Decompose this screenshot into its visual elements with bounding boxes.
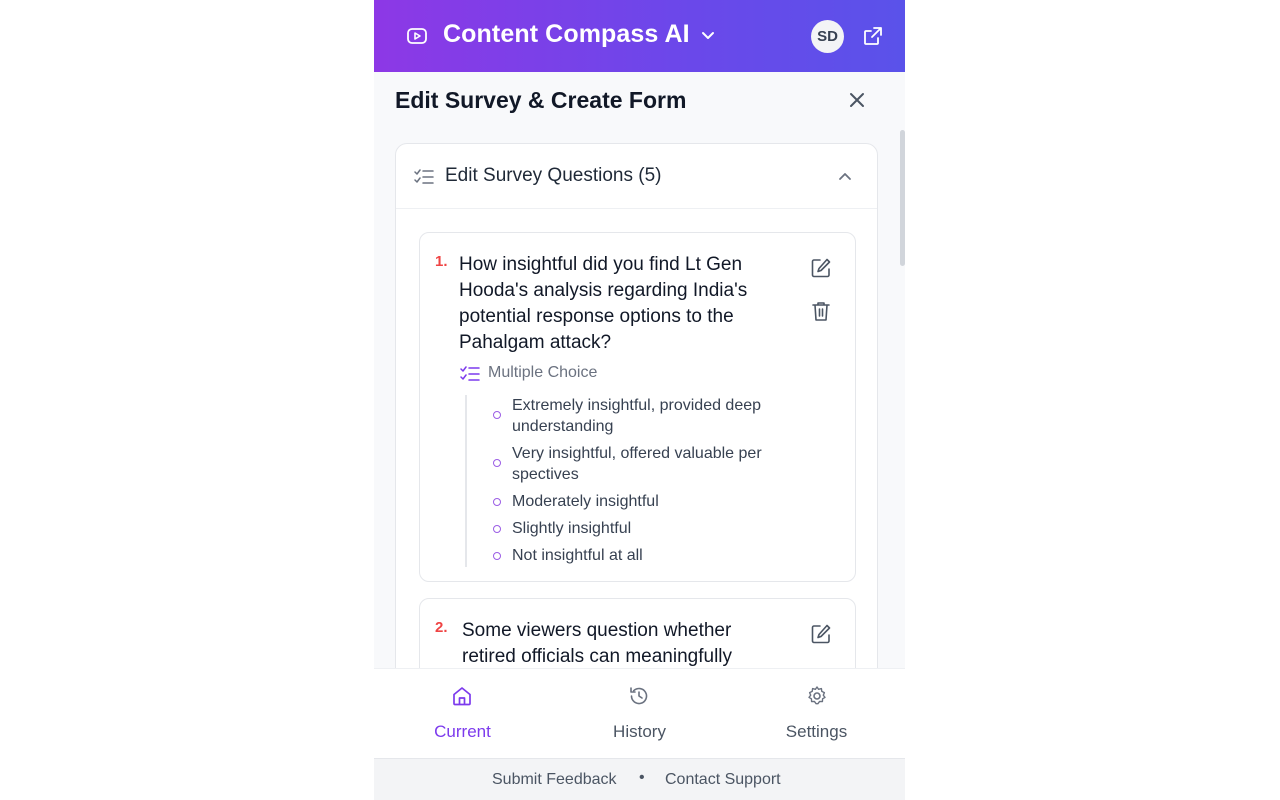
- option-bullet-icon: [493, 459, 501, 467]
- nav-label: Current: [434, 722, 491, 741]
- trash-icon[interactable]: [810, 300, 832, 322]
- list-check-icon: [460, 366, 480, 381]
- option-text: Not insightful at all: [512, 547, 643, 564]
- nav-label: Settings: [785, 722, 848, 741]
- question-text-line: Hooda's analysis regarding India's: [459, 280, 748, 301]
- bottom-nav: Current History Settings: [374, 668, 905, 758]
- question-text-line: Some viewers question whether: [462, 620, 732, 641]
- footer-separator: •: [639, 769, 645, 786]
- chevron-down-icon[interactable]: [700, 29, 716, 43]
- scrollbar[interactable]: [900, 130, 905, 266]
- option-bullet-icon: [493, 498, 501, 506]
- option-text: Very insightful, offered valuable per sp…: [512, 443, 802, 485]
- panel-title: Edit Survey & Create Form: [395, 87, 687, 113]
- edit-icon[interactable]: [810, 623, 832, 645]
- option-bullet-icon: [493, 525, 501, 533]
- nav-item-settings[interactable]: Settings: [728, 669, 905, 759]
- edit-icon[interactable]: [810, 257, 832, 279]
- chevron-up-icon[interactable]: [837, 169, 853, 183]
- close-icon[interactable]: [848, 91, 866, 109]
- avatar[interactable]: SD: [811, 20, 844, 53]
- history-icon: [630, 687, 648, 705]
- question-number: 1.: [435, 253, 448, 270]
- question-card-1: 1. How insightful did you find Lt Gen Ho…: [419, 232, 856, 582]
- contact-support-link[interactable]: Contact Support: [665, 771, 781, 789]
- question-text: How insightful did you find Lt Gen Hooda…: [459, 252, 789, 356]
- section-title: Edit Survey Questions (5): [445, 165, 662, 186]
- footer: Submit Feedback • Contact Support: [374, 758, 905, 800]
- question-type-label: Multiple Choice: [488, 364, 598, 381]
- nav-item-current[interactable]: Current: [374, 669, 551, 759]
- nav-item-history[interactable]: History: [551, 669, 728, 759]
- gear-icon: [808, 686, 826, 705]
- question-text-line: potential response options to the: [459, 306, 734, 327]
- option-text-line: spectives: [512, 466, 579, 483]
- question-text-line: How insightful did you find Lt Gen: [459, 254, 743, 275]
- options-list: Extremely insightful, provided deep unde…: [465, 395, 805, 567]
- side-panel: Content Compass AI SD Edit Survey & Crea…: [374, 0, 905, 800]
- option-text: Slightly insightful: [512, 520, 632, 537]
- question-text-line: Pahalgam attack?: [459, 332, 612, 353]
- video-icon[interactable]: [407, 27, 427, 45]
- option-text-line: Very insightful, offered valuable per: [512, 445, 762, 462]
- app-title[interactable]: Content Compass AI: [443, 20, 690, 49]
- question-number: 2.: [435, 619, 448, 636]
- option-bullet-icon: [493, 411, 501, 419]
- nav-label: History: [613, 722, 666, 741]
- list-check-icon: [414, 169, 434, 184]
- section-header[interactable]: Edit Survey Questions (5): [396, 144, 877, 209]
- submit-feedback-link[interactable]: Submit Feedback: [492, 771, 617, 789]
- questions-card: Edit Survey Questions (5) 1. How insight…: [395, 143, 878, 743]
- home-icon: [453, 687, 471, 706]
- option-text-line: understanding: [512, 418, 614, 435]
- external-link-icon[interactable]: [863, 26, 883, 46]
- app-header: Content Compass AI SD: [374, 0, 905, 72]
- option-bullet-icon: [493, 552, 501, 560]
- question-text: Some viewers question whether retired of…: [462, 618, 792, 670]
- option-text: Extremely insightful, provided deep unde…: [512, 395, 802, 437]
- option-text: Moderately insightful: [512, 493, 659, 510]
- question-text-line: retired officials can meaningfully: [462, 646, 733, 667]
- option-text-line: Extremely insightful, provided deep: [512, 397, 762, 414]
